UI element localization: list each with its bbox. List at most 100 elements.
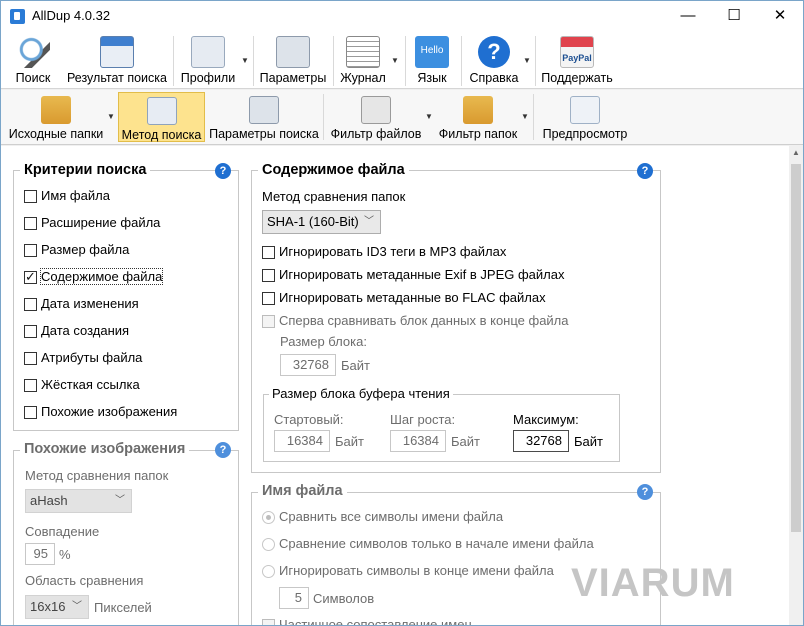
minimize-button[interactable]: — bbox=[665, 1, 711, 32]
folder-filter-dropdown-arrow[interactable]: ▼ bbox=[521, 112, 529, 121]
buffer-step-unit: Байт bbox=[451, 434, 480, 449]
checkbox-disabled bbox=[262, 315, 275, 328]
tab-file-filter[interactable]: Фильтр файлов bbox=[329, 92, 423, 142]
chevron-down-icon: ﹀ bbox=[72, 601, 82, 612]
tab-preview[interactable]: Предпросмотр bbox=[539, 92, 631, 142]
area-unit: Пикселей bbox=[94, 600, 152, 615]
profiles-button[interactable]: Профили bbox=[179, 36, 237, 88]
log-dropdown-arrow[interactable]: ▼ bbox=[391, 56, 399, 65]
match-input: 95 bbox=[25, 543, 55, 565]
profiles-icon bbox=[191, 36, 225, 68]
window-title: AllDup 4.0.32 bbox=[32, 8, 111, 23]
radio bbox=[262, 538, 275, 551]
source-folders-icon bbox=[41, 96, 71, 124]
app-window: AllDup 4.0.32 — ☐ ✕ Поиск Результат поис… bbox=[0, 0, 804, 626]
close-button[interactable]: ✕ bbox=[757, 1, 803, 32]
radio bbox=[262, 565, 275, 578]
checkbox[interactable] bbox=[24, 298, 37, 311]
vertical-scrollbar[interactable]: ▲ bbox=[789, 146, 803, 625]
checkbox[interactable] bbox=[24, 352, 37, 365]
folder-filter-icon bbox=[463, 96, 493, 124]
match-label: Совпадение bbox=[25, 524, 100, 539]
similar-help-icon[interactable]: ? bbox=[215, 442, 231, 458]
hash-method-select[interactable]: SHA-1 (160-Bit) ﹀ bbox=[262, 210, 381, 234]
help-icon: ? bbox=[478, 36, 510, 68]
file-content-title: Содержимое файла bbox=[258, 162, 409, 178]
buffer-start-input: 16384 bbox=[274, 430, 330, 452]
checkbox[interactable] bbox=[24, 244, 37, 257]
chevron-down-icon: ﹀ bbox=[364, 216, 374, 227]
profiles-dropdown-arrow[interactable]: ▼ bbox=[241, 56, 249, 65]
magnifier-icon bbox=[16, 36, 50, 68]
watermark-logo: VIARUM bbox=[571, 561, 735, 605]
block-size-unit: Байт bbox=[341, 358, 370, 373]
search-method-icon bbox=[146, 97, 177, 125]
search-button[interactable]: Поиск bbox=[9, 36, 57, 88]
scroll-up-icon[interactable]: ▲ bbox=[789, 148, 803, 160]
source-folders-dropdown-arrow[interactable]: ▼ bbox=[107, 112, 115, 121]
checkbox-checked[interactable] bbox=[24, 269, 37, 285]
maximize-button[interactable]: ☐ bbox=[711, 1, 757, 32]
help-button[interactable]: ? Справка bbox=[467, 36, 521, 88]
preview-icon bbox=[570, 96, 600, 124]
search-params-icon bbox=[249, 96, 279, 124]
file-filter-icon bbox=[361, 96, 391, 124]
checkbox[interactable] bbox=[24, 217, 37, 230]
checkbox[interactable] bbox=[262, 292, 275, 305]
similar-images-title: Похожие изображения bbox=[20, 441, 190, 457]
buffer-start-unit: Байт bbox=[335, 434, 364, 449]
file-filter-dropdown-arrow[interactable]: ▼ bbox=[425, 112, 433, 121]
criteria-help-icon[interactable]: ? bbox=[215, 163, 231, 179]
checkbox[interactable] bbox=[24, 379, 37, 392]
buffer-max-unit: Байт bbox=[574, 434, 603, 449]
chars-input: 5 bbox=[279, 587, 309, 609]
app-icon bbox=[10, 9, 25, 24]
search-criteria-title: Критерии поиска bbox=[20, 162, 151, 178]
log-icon bbox=[346, 36, 380, 68]
filename-help-icon[interactable]: ? bbox=[637, 484, 653, 500]
help-dropdown-arrow[interactable]: ▼ bbox=[523, 56, 531, 65]
tab-search-method[interactable]: Метод поиска bbox=[118, 92, 205, 142]
tab-source-folders[interactable]: Исходные папки bbox=[7, 92, 105, 142]
language-icon: Hello bbox=[415, 36, 449, 68]
checkbox[interactable] bbox=[262, 246, 275, 259]
file-name-title: Имя файла bbox=[258, 483, 347, 499]
content-method-label: Метод сравнения папок bbox=[262, 189, 406, 204]
settings-button[interactable]: Параметры bbox=[259, 36, 327, 88]
checkbox[interactable] bbox=[24, 325, 37, 338]
checkbox[interactable] bbox=[262, 269, 275, 282]
read-buffer-title: Размер блока буфера чтения bbox=[269, 386, 453, 401]
main-toolbar: Поиск Результат поиска Профили ▼ Парамет… bbox=[1, 32, 803, 89]
tab-folder-filter[interactable]: Фильтр папок bbox=[437, 92, 519, 142]
content-help-icon[interactable]: ? bbox=[637, 163, 653, 179]
search-results-button[interactable]: Результат поиска bbox=[65, 36, 169, 88]
checkbox[interactable] bbox=[24, 190, 37, 203]
match-unit: % bbox=[59, 547, 71, 562]
buffer-step-label: Шаг роста: bbox=[390, 412, 456, 427]
buffer-step-input: 16384 bbox=[390, 430, 446, 452]
log-button[interactable]: Журнал bbox=[339, 36, 387, 88]
paypal-icon: PayPal bbox=[560, 36, 594, 68]
area-select: 16x16 ﹀ bbox=[25, 595, 89, 619]
buffer-start-label: Стартовый: bbox=[274, 412, 344, 427]
buffer-max-input[interactable]: 32768 bbox=[513, 430, 569, 452]
area-label: Область сравнения bbox=[25, 573, 144, 588]
main-panel: Критерии поиска ? Имя файла Расширение ф… bbox=[1, 146, 789, 625]
block-size-input: 32768 bbox=[280, 354, 336, 376]
radio-selected bbox=[262, 511, 275, 524]
title-bar: AllDup 4.0.32 — ☐ ✕ bbox=[1, 1, 803, 32]
similar-method-label: Метод сравнения папок bbox=[25, 468, 169, 483]
tab-search-params[interactable]: Параметры поиска bbox=[209, 92, 319, 142]
save-results-icon bbox=[100, 36, 134, 68]
chars-unit: Символов bbox=[313, 591, 375, 606]
checkbox[interactable] bbox=[24, 406, 37, 419]
language-button[interactable]: Hello Язык bbox=[411, 36, 453, 88]
scrollbar-thumb[interactable] bbox=[791, 164, 801, 532]
donate-button[interactable]: PayPal Поддержать bbox=[541, 36, 613, 88]
search-config-toolbar: Исходные папки ▼ Метод поиска Параметры … bbox=[1, 90, 803, 145]
similar-method-select: aHash ﹀ bbox=[25, 489, 132, 513]
settings-icon bbox=[276, 36, 310, 68]
buffer-max-label: Максимум: bbox=[513, 412, 579, 427]
chevron-down-icon: ﹀ bbox=[115, 495, 125, 506]
checkbox-disabled bbox=[262, 619, 275, 625]
